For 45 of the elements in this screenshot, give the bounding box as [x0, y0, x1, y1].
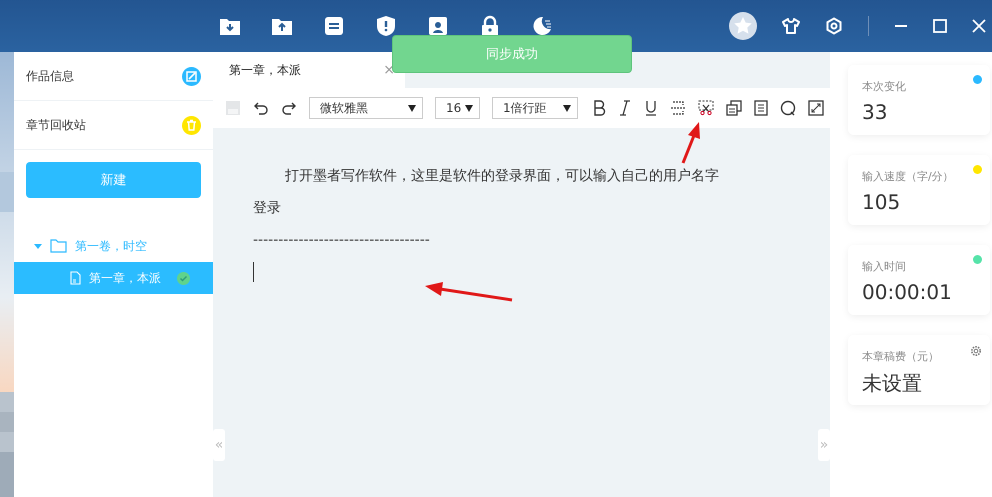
caret-icon [34, 242, 42, 250]
scissors-icon[interactable] [698, 100, 714, 116]
edit-icon [182, 66, 201, 86]
line-spacing-dropdown[interactable]: 1倍行距 [492, 97, 578, 119]
strikethrough-icon[interactable] [670, 100, 686, 116]
fullscreen-icon[interactable] [808, 100, 824, 116]
text-line: 登录 [253, 199, 282, 218]
arrow-drawing [680, 121, 702, 165]
moon-icon[interactable] [531, 15, 553, 37]
text-cursor [253, 262, 254, 282]
search-icon[interactable] [780, 100, 796, 116]
bold-icon[interactable] [592, 100, 606, 116]
document-icon[interactable] [754, 100, 768, 116]
stat-value: 105 [862, 190, 902, 214]
avatar-icon[interactable] [729, 12, 757, 40]
stat-value: 00:00:01 [862, 280, 953, 304]
document-icon [70, 271, 81, 285]
text-line: ----------------------------------- [253, 231, 431, 250]
stat-label: 本次变化 [862, 79, 906, 94]
trash-icon [182, 116, 201, 134]
stat-label: 输入速度（字/分） [862, 169, 954, 184]
stat-value: 未设置 [862, 370, 923, 397]
copy-icon[interactable] [726, 100, 742, 116]
stat-label: 本章稿费（元） [862, 349, 939, 364]
toast: 同步成功 [392, 35, 632, 73]
stat-label: 输入时间 [862, 259, 906, 274]
settings-icon[interactable] [970, 345, 982, 357]
redo-icon[interactable] [281, 100, 297, 116]
font-dropdown[interactable]: 微软雅黑 [309, 97, 423, 119]
note-icon[interactable] [323, 15, 345, 37]
sidebar-item[interactable]: 章节回收站 [14, 101, 213, 150]
contact-card-icon[interactable] [427, 15, 449, 37]
shirt-icon[interactable] [782, 17, 800, 35]
underline-icon[interactable] [644, 100, 658, 116]
sidebar-item[interactable]: 作品信息 [14, 52, 213, 101]
italic-icon[interactable] [618, 100, 632, 116]
undo-icon[interactable] [253, 100, 269, 116]
maximize-icon[interactable] [933, 19, 947, 33]
stat-value: 33 [862, 100, 888, 124]
close-icon[interactable] [972, 19, 986, 33]
lock-icon[interactable] [479, 15, 501, 37]
text-line: 打开墨者写作软件，这里是软件的登录界面，可以输入自己的用户名字 [284, 167, 720, 186]
shield-icon[interactable] [375, 15, 397, 37]
size-dropdown[interactable]: 16 [435, 97, 480, 119]
folder-icon [50, 239, 67, 253]
